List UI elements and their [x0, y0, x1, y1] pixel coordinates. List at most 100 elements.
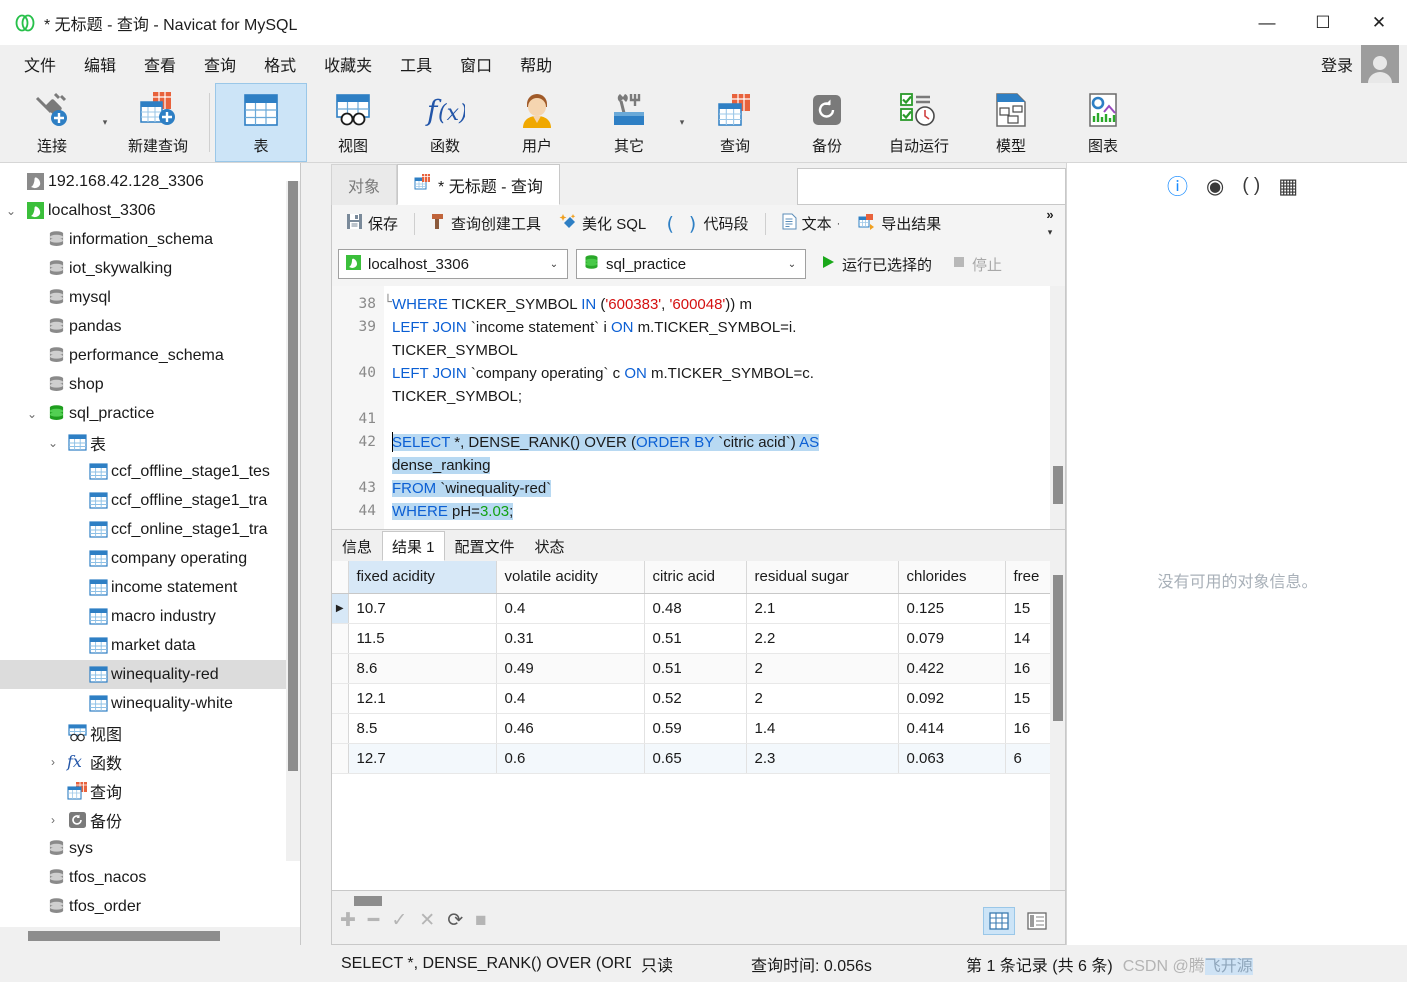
- avatar[interactable]: [1361, 45, 1399, 83]
- code-line[interactable]: LEFT JOIN `company operating` c ON m.TIC…: [392, 365, 814, 382]
- table-cell[interactable]: 0.52: [644, 683, 747, 714]
- code-line[interactable]: LEFT JOIN `income statement` i ON m.TICK…: [392, 319, 796, 336]
- table-cell[interactable]: 0.51: [644, 653, 747, 684]
- code-line[interactable]: FROM `winequality-red`: [392, 480, 552, 497]
- table-cell[interactable]: 11.5: [348, 623, 497, 654]
- toolbar-button-query[interactable]: 查询: [689, 83, 781, 162]
- tree-item[interactable]: winequality-red: [0, 660, 300, 689]
- menu-format[interactable]: 格式: [250, 48, 310, 80]
- table-cell[interactable]: 8.5: [348, 713, 497, 744]
- code-line[interactable]: WHERE TICKER_SYMBOL IN ('600383', '60004…: [392, 296, 752, 313]
- refresh-icon[interactable]: ⟳: [447, 911, 463, 930]
- grid-view-button[interactable]: [983, 907, 1015, 935]
- table-cell[interactable]: 2.3: [746, 743, 899, 774]
- table-cell[interactable]: 12.7: [348, 743, 497, 774]
- chevron-down-icon[interactable]: ▾: [675, 83, 689, 162]
- tab-objects[interactable]: 对象: [331, 164, 398, 205]
- toolbar-button-table[interactable]: 表: [215, 83, 307, 162]
- info-icon[interactable]: ⓘ: [1167, 171, 1188, 201]
- run-selected-button[interactable]: 运行已选择的: [814, 252, 938, 277]
- editor-vertical-scrollbar[interactable]: [1050, 286, 1065, 529]
- table-cell[interactable]: 0.079: [898, 623, 1006, 654]
- tab-profile[interactable]: 配置文件: [445, 531, 525, 561]
- scroll-thumb[interactable]: [288, 181, 298, 771]
- row-indicator[interactable]: [332, 743, 349, 774]
- text-button[interactable]: 文本 ·: [774, 210, 849, 237]
- database-select[interactable]: sql_practice ⌄: [576, 249, 806, 279]
- table-cell[interactable]: 0.4: [496, 683, 645, 714]
- tree-item[interactable]: performance_schema: [0, 341, 300, 370]
- tree-item[interactable]: ⌄ 表: [0, 428, 300, 457]
- parentheses-icon[interactable]: ( ): [1242, 175, 1260, 197]
- login-link[interactable]: 登录: [1321, 52, 1353, 76]
- tab-result-1[interactable]: 结果 1: [382, 531, 445, 561]
- minimize-button[interactable]: —: [1239, 0, 1295, 45]
- code-line[interactable]: SELECT *, DENSE_RANK() OVER (ORDER BY `c…: [392, 434, 820, 451]
- tree-item[interactable]: ccf_offline_stage1_tes: [0, 457, 300, 486]
- table-cell[interactable]: 0.125: [898, 593, 1006, 624]
- grid-vertical-scrollbar[interactable]: [1050, 561, 1065, 890]
- code-line[interactable]: TICKER_SYMBOL: [392, 342, 518, 359]
- row-indicator[interactable]: [332, 623, 349, 654]
- scroll-thumb[interactable]: [1053, 466, 1063, 504]
- row-indicator[interactable]: [332, 653, 349, 684]
- tree-item[interactable]: market data: [0, 631, 300, 660]
- table-cell[interactable]: 0.6: [496, 743, 645, 774]
- table-cell[interactable]: 0.51: [644, 623, 747, 654]
- grid-horizontal-scrollbar[interactable]: [354, 896, 382, 906]
- column-header[interactable]: chlorides: [898, 561, 1006, 594]
- tab-info[interactable]: 信息: [332, 531, 382, 561]
- table-cell[interactable]: 2.2: [746, 623, 899, 654]
- chevron-down-icon[interactable]: ⌄: [21, 407, 43, 421]
- add-record-icon[interactable]: ✚: [340, 911, 356, 930]
- table-cell[interactable]: 1.4: [746, 713, 899, 744]
- toolbar-button-backup[interactable]: 备份: [781, 83, 873, 162]
- table-cell[interactable]: 2.1: [746, 593, 899, 624]
- table-row[interactable]: 8.5 0.46 0.59 1.4 0.414 16: [332, 713, 1065, 744]
- tree-item[interactable]: tfos_order: [0, 892, 300, 921]
- tree-item[interactable]: income statement: [0, 573, 300, 602]
- remove-record-icon[interactable]: ━: [368, 911, 379, 930]
- table-row[interactable]: 8.6 0.49 0.51 2 0.422 16: [332, 653, 1065, 684]
- tree-vertical-scrollbar[interactable]: [286, 181, 300, 861]
- menu-view[interactable]: 查看: [130, 48, 190, 80]
- tree-item[interactable]: information_schema: [0, 225, 300, 254]
- code-line[interactable]: [392, 411, 396, 428]
- toolbar-overflow-caret[interactable]: ▾: [1039, 227, 1061, 238]
- tab-status[interactable]: 状态: [525, 531, 575, 561]
- chevron-down-icon[interactable]: ·: [837, 218, 841, 230]
- table-cell[interactable]: 0.4: [496, 593, 645, 624]
- table-cell[interactable]: 0.422: [898, 653, 1006, 684]
- column-header[interactable]: fixed acidity: [348, 561, 497, 594]
- sql-editor[interactable]: 38 └ WHERE TICKER_SYMBOL IN ('600383', '60…: [331, 286, 1066, 530]
- connection-select[interactable]: localhost_3306 ⌄: [338, 249, 568, 279]
- menu-query[interactable]: 查询: [190, 48, 250, 80]
- table-cell[interactable]: 0.092: [898, 683, 1006, 714]
- table-cell[interactable]: 2: [746, 683, 899, 714]
- chevron-down-icon[interactable]: ⌄: [42, 436, 64, 450]
- tree-item[interactable]: macro industry: [0, 602, 300, 631]
- tree-horizontal-scrollbar[interactable]: [0, 927, 300, 945]
- tree-item[interactable]: › 备份: [0, 805, 300, 834]
- code-line[interactable]: dense_ranking: [392, 457, 491, 474]
- table-row[interactable]: 11.5 0.31 0.51 2.2 0.079 14: [332, 623, 1065, 654]
- table-cell[interactable]: 0.48: [644, 593, 747, 624]
- toolbar-button-function-fx[interactable]: f (x) 函数: [399, 83, 491, 162]
- toolbar-button-chart[interactable]: 图表: [1057, 83, 1149, 162]
- chevron-right-icon[interactable]: ›: [42, 813, 64, 827]
- table-cell[interactable]: 0.31: [496, 623, 645, 654]
- chevron-down-icon[interactable]: ▾: [98, 83, 112, 162]
- apply-change-icon[interactable]: ✓: [391, 911, 407, 930]
- menu-edit[interactable]: 编辑: [70, 48, 130, 80]
- table-cell[interactable]: 0.46: [496, 713, 645, 744]
- eye-icon[interactable]: ◉: [1206, 174, 1224, 199]
- toolbar-button-connection-plug[interactable]: 连接: [6, 83, 98, 162]
- table-cell[interactable]: 8.6: [348, 653, 497, 684]
- code-fold-icon[interactable]: └: [384, 295, 392, 310]
- table-row[interactable]: ▶ 10.7 0.4 0.48 2.1 0.125 15: [332, 593, 1065, 624]
- form-view-button[interactable]: [1021, 907, 1053, 935]
- table-row[interactable]: 12.7 0.6 0.65 2.3 0.063 6: [332, 743, 1065, 774]
- grid-layout-icon[interactable]: ▦: [1278, 174, 1298, 199]
- tree-item[interactable]: › fx 函数: [0, 747, 300, 776]
- scroll-thumb[interactable]: [28, 931, 220, 941]
